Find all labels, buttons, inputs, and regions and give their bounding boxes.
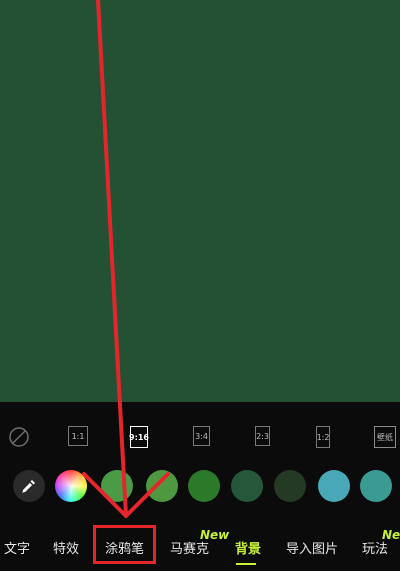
ratio-1-1[interactable]: 1:1	[68, 426, 88, 446]
eyedropper-button[interactable]	[13, 470, 45, 502]
color-swatch-1[interactable]	[101, 470, 133, 502]
no-ratio-icon[interactable]	[8, 426, 30, 448]
ratio-wallpaper[interactable]: 壁纸	[374, 426, 396, 448]
color-swatch-7[interactable]	[360, 470, 392, 502]
new-badge-mosaic: New	[200, 528, 230, 542]
background-canvas	[0, 0, 400, 402]
ratio-3-4[interactable]: 3:4	[193, 426, 210, 446]
tab-text[interactable]: 文字	[4, 538, 30, 557]
ratio-9-16[interactable]: 9:16	[129, 426, 149, 448]
tab-effects[interactable]: 特效	[53, 538, 79, 557]
color-swatch-6[interactable]	[318, 470, 350, 502]
color-swatch-5[interactable]	[274, 470, 306, 502]
color-swatch-3[interactable]	[188, 470, 220, 502]
annotation-highlight-box	[93, 525, 156, 564]
color-swatch-4[interactable]	[231, 470, 263, 502]
tab-import-image[interactable]: 导入图片	[286, 538, 338, 557]
ratio-1-2[interactable]: 1:2	[316, 426, 330, 448]
color-wheel-button[interactable]	[55, 470, 87, 502]
color-swatch-2[interactable]	[146, 470, 178, 502]
active-tab-indicator	[236, 563, 256, 565]
ratio-2-3[interactable]: 2:3	[255, 426, 270, 446]
tab-background[interactable]: 背景	[235, 538, 261, 557]
eyedropper-icon	[22, 480, 35, 493]
new-badge-gameplay: New	[382, 528, 400, 542]
